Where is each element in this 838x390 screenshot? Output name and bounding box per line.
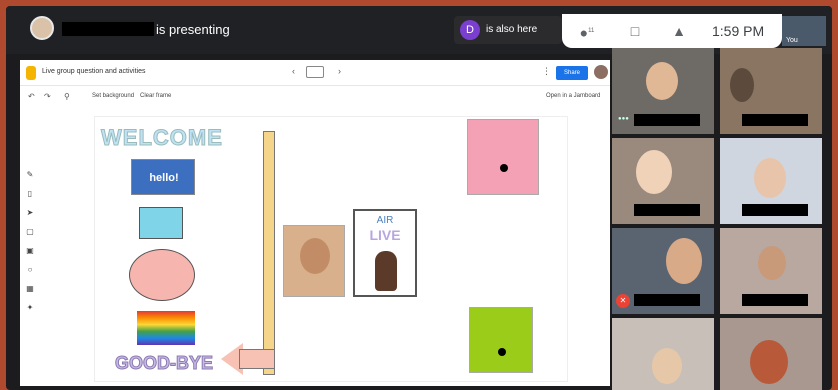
self-view-label: You — [786, 37, 798, 44]
people-icon[interactable]: ●11 — [578, 22, 596, 41]
pink-square-dot — [500, 164, 508, 172]
hello-image[interactable]: hello! — [131, 159, 195, 195]
jamboard-canvas[interactable]: WELCOME hello! GOOD-BYE AIR LIVE — [94, 116, 568, 382]
participant-tile[interactable] — [612, 318, 714, 390]
pink-oval-image[interactable] — [129, 249, 195, 301]
arrow-body-shape[interactable] — [239, 349, 275, 369]
cyan-card-image[interactable] — [139, 207, 183, 239]
redacted-participant-name — [634, 294, 700, 306]
welcome-sticker[interactable]: WELCOME — [101, 125, 223, 151]
participant-tile[interactable] — [720, 48, 822, 134]
redo-icon[interactable]: ↷ — [44, 92, 51, 101]
boy-face — [300, 238, 330, 274]
jamboard-logo-icon — [26, 66, 36, 80]
drawing-tools: ✎ ▯ ➤ ▢ ▣ ○ ▦ ✦ — [24, 170, 38, 320]
sticky-note-icon[interactable]: ▢ — [24, 227, 36, 241]
open-in-jamboard-button[interactable]: Open in a Jamboard — [546, 93, 600, 99]
clock-time: 1:59 PM — [712, 23, 765, 39]
more-options-icon[interactable]: ⋮ — [542, 66, 551, 77]
boy-photo[interactable] — [283, 225, 345, 297]
green-square-dot — [498, 348, 506, 356]
undo-icon[interactable]: ↶ — [28, 92, 35, 101]
set-background-button[interactable]: Set background — [92, 93, 134, 99]
participant-tile[interactable] — [720, 318, 822, 390]
presenter-avatar — [30, 16, 54, 40]
eraser-icon[interactable]: ▯ — [24, 189, 36, 203]
also-here-banner: D is also here — [454, 16, 562, 44]
meet-tray: ●11 □ ▲ 1:59 PM — [562, 14, 782, 48]
meet-top-bar: is presenting D is also here ●11 □ ▲ 1:5… — [6, 6, 832, 54]
jamboard-header: Live group question and activities ‹ › ⋮… — [20, 60, 610, 86]
redacted-participant-name — [742, 294, 808, 306]
next-frame-icon[interactable]: › — [338, 66, 341, 76]
rainbow-image[interactable] — [137, 311, 195, 345]
air-text: AIR — [376, 215, 394, 226]
air-live-card[interactable]: AIR LIVE — [353, 209, 417, 297]
pen-icon[interactable]: ✎ — [24, 170, 36, 184]
girl-figure — [375, 251, 397, 291]
self-view-tile[interactable]: You — [782, 16, 826, 46]
pink-square-shape[interactable] — [467, 119, 539, 195]
hello-text: hello! — [149, 172, 179, 184]
people-count: 11 — [588, 28, 595, 34]
redacted-participant-name — [742, 204, 808, 216]
presenting-label: is presenting — [156, 22, 230, 37]
participant-tile[interactable] — [720, 228, 822, 314]
live-text: LIVE — [369, 227, 401, 243]
participant-tile[interactable]: ●●● — [612, 48, 714, 134]
goodbye-sticker[interactable]: GOOD-BYE — [114, 353, 213, 374]
select-icon[interactable]: ➤ — [24, 208, 36, 222]
also-here-label: is also here — [486, 24, 538, 35]
account-avatar[interactable] — [594, 65, 608, 79]
laser-icon[interactable]: ✦ — [24, 303, 36, 317]
participant-tile[interactable] — [612, 138, 714, 224]
text-box-icon[interactable]: ▦ — [24, 284, 36, 298]
participant-tile[interactable]: ✕ — [612, 228, 714, 314]
redacted-participant-name — [634, 204, 700, 216]
jamboard-panel: Live group question and activities ‹ › ⋮… — [20, 60, 610, 386]
redacted-participant-name — [742, 114, 808, 126]
jamboard-toolbar: ↶ ↷ ⚲ Set background Clear frame Open in… — [20, 88, 610, 108]
vertical-bar-shape[interactable] — [263, 131, 275, 375]
participant-tile[interactable] — [720, 138, 822, 224]
mic-off-icon: ✕ — [616, 294, 630, 308]
play-tooltip: Play (k) — [20, 376, 51, 386]
activities-icon[interactable]: ▲ — [670, 22, 688, 40]
redacted-presenter-name — [62, 22, 154, 36]
zoom-icon[interactable]: ⚲ — [64, 92, 70, 101]
circle-icon[interactable]: ○ — [24, 265, 36, 279]
frame-bar-button[interactable] — [306, 66, 324, 78]
redacted-participant-name — [634, 114, 700, 126]
image-icon[interactable]: ▣ — [24, 246, 36, 260]
chat-icon[interactable]: □ — [626, 22, 644, 40]
jamboard-title[interactable]: Live group question and activities — [42, 68, 146, 75]
meet-window: is presenting D is also here ●11 □ ▲ 1:5… — [6, 6, 832, 390]
prev-frame-icon[interactable]: ‹ — [292, 66, 295, 76]
green-square-shape[interactable] — [469, 307, 533, 373]
share-button[interactable]: Share — [556, 66, 588, 80]
participant-avatar: D — [460, 20, 480, 40]
clear-frame-button[interactable]: Clear frame — [140, 93, 171, 99]
